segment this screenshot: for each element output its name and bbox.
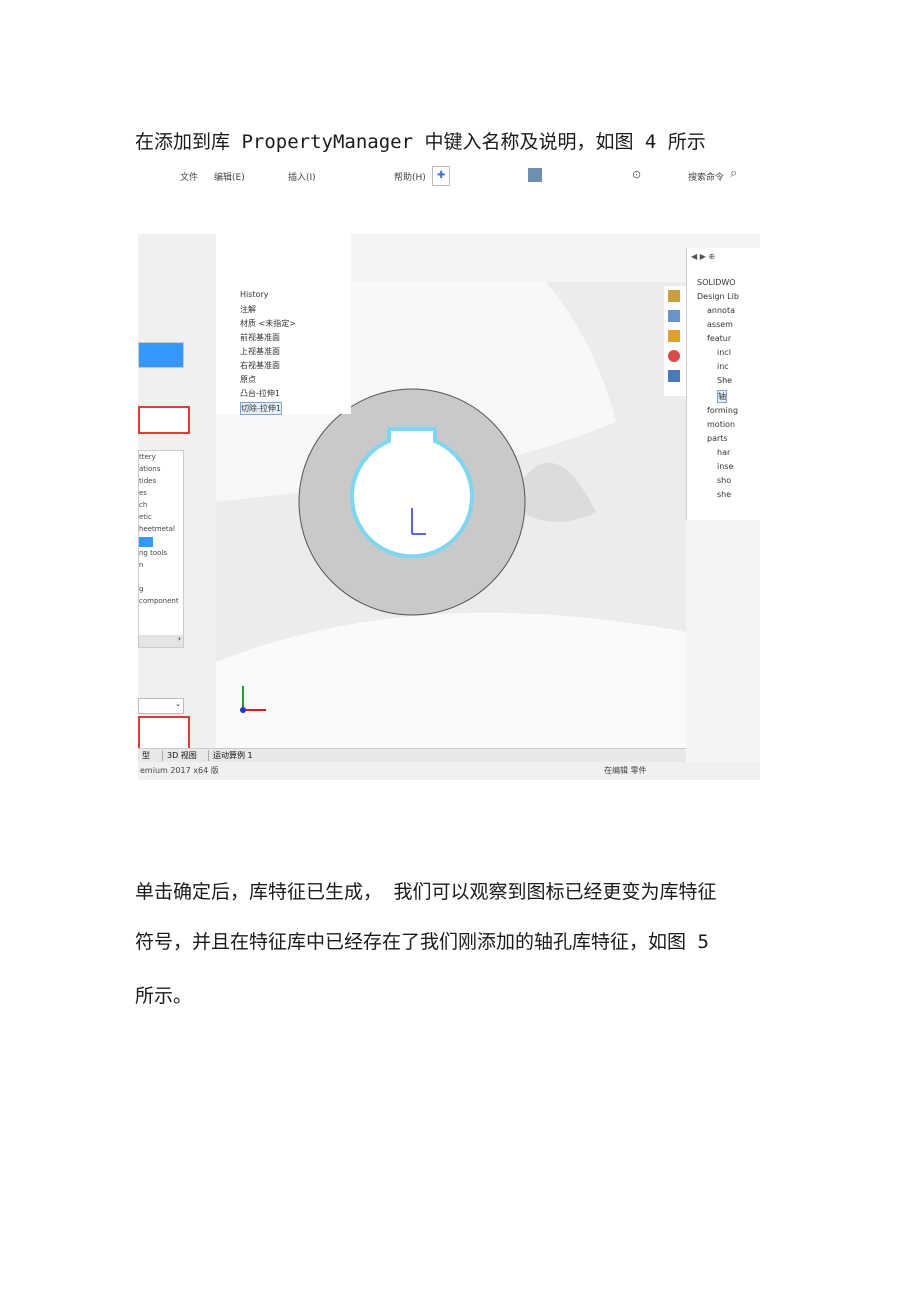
library-item[interactable]: inc — [717, 362, 729, 371]
library-item[interactable]: featur — [707, 334, 731, 343]
name-field-box[interactable] — [138, 406, 190, 434]
list-item[interactable]: component — [139, 597, 179, 605]
selected-category[interactable] — [139, 537, 153, 547]
tree-item-history[interactable]: History — [240, 290, 268, 299]
folder-icon[interactable] — [668, 330, 680, 342]
paragraph-line-1: 单击确定后，库特征已生成， 我们可以观察到图标已经更变为库特征 — [135, 881, 717, 903]
feature-manager-tree: History 注解 材质 <未指定> 前视基准面 上视基准面 右视基准面 原点… — [216, 234, 351, 415]
tree-item-origin[interactable]: 原点 — [240, 374, 256, 385]
tab-motion-study[interactable]: 运动算例 1 — [208, 750, 253, 761]
library-item[interactable]: annota — [707, 306, 735, 315]
library-item[interactable]: inse — [717, 462, 733, 471]
menu-file[interactable]: 文件 — [180, 170, 198, 183]
library-icon[interactable] — [668, 310, 680, 322]
library-item[interactable]: parts — [707, 434, 728, 443]
library-item[interactable]: assem — [707, 320, 733, 329]
tree-item-top-plane[interactable]: 上视基准面 — [240, 346, 280, 357]
list-item[interactable]: g — [139, 585, 143, 593]
library-item-selected[interactable]: 轴 — [717, 390, 727, 403]
status-bar: emium 2017 x64 版 在编辑 零件 — [138, 762, 760, 780]
menu-edit[interactable]: 编辑(E) — [214, 170, 245, 183]
tree-item-boss-extrude[interactable]: 凸台-拉伸1 — [240, 388, 280, 399]
solidworks-screenshot: ttery ations tides es ch etic heetmetal … — [138, 234, 760, 780]
menu-insert[interactable]: 插入(I) — [288, 170, 316, 183]
help-circle-icon[interactable]: ⊙ — [632, 168, 641, 181]
list-item[interactable]: n — [139, 561, 143, 569]
library-item[interactable]: motion — [707, 420, 735, 429]
task-pane-tabs — [664, 286, 686, 396]
library-item[interactable]: har — [717, 448, 730, 457]
background-shape — [521, 462, 596, 522]
resources-icon[interactable] — [668, 290, 680, 302]
appearance-icon[interactable] — [668, 350, 680, 362]
library-toolbar: ◀ ▶ ⊕ — [691, 252, 716, 261]
list-item[interactable]: heetmetal — [139, 525, 175, 533]
tree-item-cut-extrude[interactable]: 切除-拉伸1 — [240, 402, 282, 415]
print-icon[interactable] — [528, 168, 542, 182]
tree-item-annotations[interactable]: 注解 — [240, 304, 256, 315]
search-command[interactable]: 搜索命令 — [688, 170, 724, 183]
library-item[interactable]: SOLIDWO — [697, 278, 736, 287]
status-version: emium 2017 x64 版 — [140, 766, 219, 775]
properties-icon[interactable] — [668, 370, 680, 382]
list-item[interactable]: ttery — [139, 453, 156, 461]
list-item[interactable]: ch — [139, 501, 147, 509]
description-box[interactable] — [138, 716, 190, 750]
library-item[interactable]: incl — [717, 348, 731, 357]
property-manager-panel: ttery ations tides es ch etic heetmetal … — [138, 234, 217, 780]
tree-item-front-plane[interactable]: 前视基准面 — [240, 332, 280, 343]
library-item[interactable]: Design Lib — [697, 292, 739, 301]
units-dropdown[interactable]: ⌄ — [138, 698, 184, 714]
list-item[interactable]: ations — [139, 465, 160, 473]
list-item[interactable]: tides — [139, 477, 156, 485]
library-item[interactable]: forming — [707, 406, 738, 415]
figure-caption-line: 在添加到库 PropertyManager 中键入名称及说明，如图 4 所示 — [135, 131, 706, 153]
tab-3d-views[interactable]: 3D 视图 — [162, 750, 197, 761]
triad-origin — [240, 707, 246, 713]
status-mode: 在编辑 零件 — [604, 766, 647, 775]
list-item[interactable]: etic — [139, 513, 152, 521]
tab-model[interactable]: 型 — [142, 750, 150, 761]
selected-field[interactable] — [138, 342, 184, 368]
tree-item-material[interactable]: 材质 <未指定> — [240, 318, 296, 329]
library-item[interactable]: She — [717, 376, 732, 385]
paragraph-line-3: 所示。 — [135, 985, 193, 1007]
view-tabs: 型 3D 视图 运动算例 1 — [138, 748, 686, 763]
tree-item-right-plane[interactable]: 右视基准面 — [240, 360, 280, 371]
background-shape — [216, 612, 686, 752]
horizontal-scrollbar[interactable]: › — [139, 634, 183, 647]
menu-toolbar: 文件 编辑(E) 插入(I) 帮助(H) ✚ ⊙ 搜索命令 ⌕ — [170, 164, 750, 188]
search-icon[interactable]: ⌕ — [730, 166, 737, 181]
category-list[interactable]: ttery ations tides es ch etic heetmetal … — [138, 450, 184, 648]
library-item[interactable]: she — [717, 490, 731, 499]
menu-help[interactable]: 帮助(H) — [394, 170, 426, 183]
pin-icon[interactable]: ✚ — [432, 166, 450, 186]
paragraph-line-2: 符号，并且在特征库中已经存在了我们刚添加的轴孔库特征，如图 5 — [135, 931, 709, 953]
library-item[interactable]: sho — [717, 476, 731, 485]
list-item[interactable]: es — [139, 489, 147, 497]
design-library-panel: ◀ ▶ ⊕ SOLIDWO Design Lib annota assem fe… — [686, 248, 760, 520]
list-item[interactable]: ng tools — [139, 549, 167, 557]
